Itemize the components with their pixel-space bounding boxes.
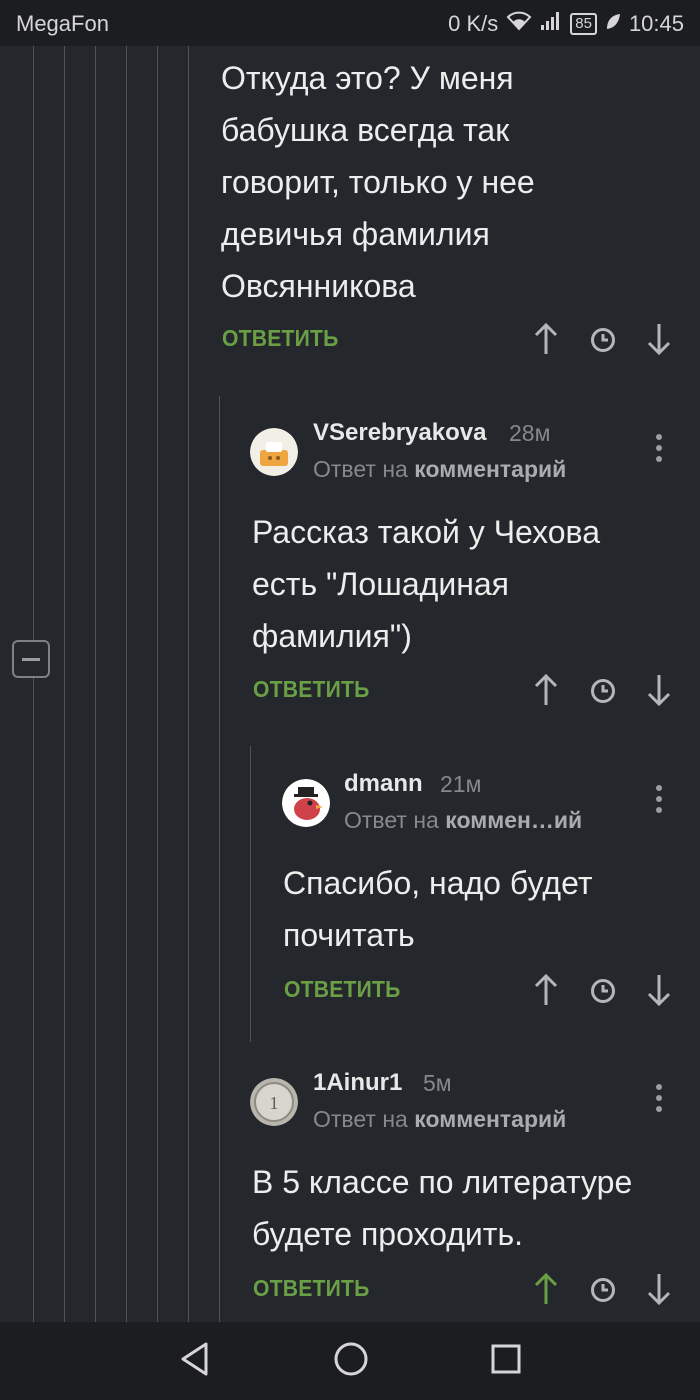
arrow-up-icon (534, 322, 558, 354)
thread-line (157, 46, 158, 1322)
more-vertical-icon[interactable] (653, 1084, 665, 1118)
comment-text: Спасибо, надо будет почитать (283, 865, 593, 953)
clock-icon (591, 979, 615, 1003)
reply-to-info: Ответ на коммен…ий (344, 807, 583, 833)
reply-to-link[interactable]: комментарий (414, 1106, 566, 1132)
avatar[interactable]: 1 (250, 1078, 298, 1126)
author-name[interactable]: dmann (344, 770, 423, 798)
reply-button[interactable]: ОТВЕТИТЬ (284, 976, 401, 1003)
comment-time: 28м (509, 420, 551, 446)
reply-to-info: Ответ на комментарий (313, 456, 567, 482)
avatar[interactable] (250, 428, 298, 476)
downvote-button[interactable] (646, 673, 672, 707)
upvote-button[interactable] (533, 1272, 559, 1306)
arrow-up-icon (534, 1272, 558, 1304)
save-button[interactable] (590, 978, 616, 1004)
thread-line (188, 46, 189, 1322)
downvote-button[interactable] (646, 973, 672, 1007)
upvote-button[interactable] (533, 673, 559, 707)
comment-text: Откуда это? У меня бабушка всегда так го… (221, 60, 535, 304)
save-button[interactable] (590, 678, 616, 704)
carrier-name: MegaFon (16, 11, 109, 36)
reply-button[interactable]: ОТВЕТИТЬ (222, 325, 339, 352)
triangle-back-icon (181, 1342, 208, 1376)
nav-back-button[interactable] (178, 1340, 212, 1383)
svg-text:1: 1 (270, 1093, 279, 1113)
author-name[interactable]: 1Ainur1 (313, 1069, 402, 1097)
clock-icon (591, 679, 615, 703)
downvote-button[interactable] (646, 322, 672, 356)
reply-button[interactable]: ОТВЕТИТЬ (253, 676, 370, 703)
collapse-thread-button[interactable] (12, 640, 50, 678)
wifi-icon (506, 11, 532, 37)
upvote-button[interactable] (533, 322, 559, 356)
square-recent-icon (491, 1344, 521, 1374)
thread-line (95, 46, 96, 1322)
reply-to-link[interactable]: коммен…ий (445, 807, 582, 833)
thread-line (33, 46, 34, 1322)
more-vertical-icon[interactable] (653, 434, 665, 468)
signal-icon (540, 11, 562, 37)
nav-home-button[interactable] (332, 1340, 370, 1383)
reply-to-info: Ответ на комментарий (313, 1106, 567, 1132)
battery-level: 85 (570, 13, 597, 35)
author-name[interactable]: VSerebryakova (313, 419, 486, 447)
battery-icon: 85 (570, 13, 597, 35)
leaf-icon (605, 11, 621, 37)
save-button[interactable] (590, 1277, 616, 1303)
arrow-down-icon (647, 1274, 671, 1306)
arrow-down-icon (647, 324, 671, 356)
comment-text: Рассказ такой у Чехова есть "Лошадиная ф… (252, 514, 600, 654)
circle-home-icon (334, 1342, 368, 1376)
comment-time: 5м (423, 1070, 452, 1096)
reply-button[interactable]: ОТВЕТИТЬ (253, 1275, 370, 1302)
arrow-up-icon (534, 673, 558, 705)
thread-line (250, 746, 251, 1042)
clock-time: 10:45 (628, 11, 684, 36)
comment-time: 21м (440, 771, 482, 797)
status-bar: MegaFon 0 K/s 85 10:45 (0, 0, 700, 46)
thread-line (126, 46, 127, 1322)
upvote-button[interactable] (533, 973, 559, 1007)
arrow-down-icon (647, 675, 671, 707)
clock-icon (591, 1278, 615, 1302)
clock-icon (591, 328, 615, 352)
reply-to-link[interactable]: комментарий (414, 456, 566, 482)
network-speed: 0 K/s (448, 11, 499, 36)
avatar[interactable] (282, 779, 330, 827)
comment-text: В 5 классе по литературе будете проходит… (252, 1164, 633, 1252)
system-nav-bar (0, 1322, 700, 1400)
thread-line (219, 396, 220, 1322)
nav-recent-button[interactable] (489, 1340, 523, 1383)
arrow-up-icon (534, 973, 558, 1005)
save-button[interactable] (590, 327, 616, 353)
arrow-down-icon (647, 975, 671, 1007)
thread-line (64, 46, 65, 1322)
more-vertical-icon[interactable] (653, 785, 665, 819)
downvote-button[interactable] (646, 1272, 672, 1306)
